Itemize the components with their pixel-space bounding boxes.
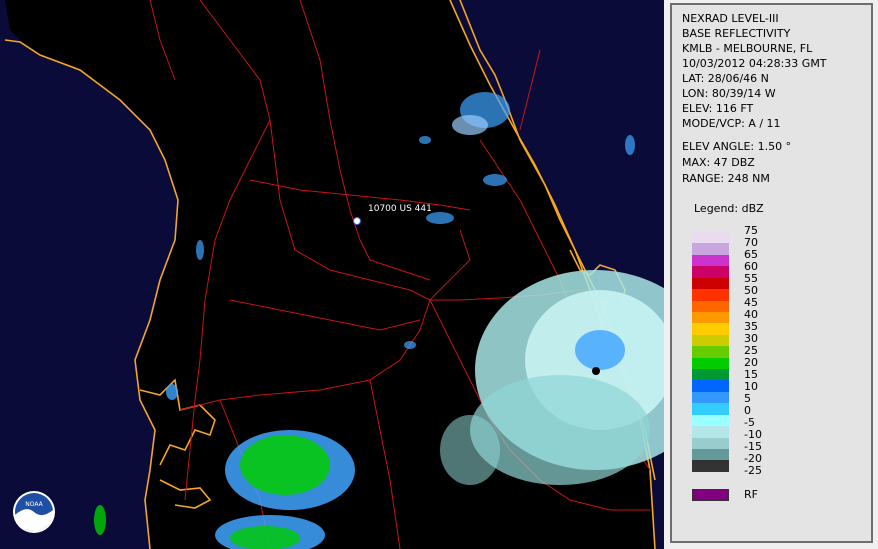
- location-marker[interactable]: [353, 217, 361, 225]
- legend-swatch: [692, 357, 729, 370]
- legend-swatch: [692, 391, 729, 404]
- legend-label: -25: [744, 464, 762, 477]
- legend-swatch: [692, 414, 729, 427]
- legend-swatch: [692, 232, 729, 244]
- info-line: KMLB - MELBOURNE, FL: [682, 42, 813, 55]
- info-line: LAT: 28/06/46 N: [682, 72, 769, 85]
- legend-swatch: [692, 449, 729, 461]
- rf-label: RF: [744, 488, 758, 501]
- legend-swatch: [692, 323, 729, 335]
- info-line: ELEV: 116 FT: [682, 102, 754, 115]
- legend-swatch: [692, 460, 729, 472]
- legend-swatch: [692, 277, 729, 290]
- legend-swatch: [692, 243, 729, 255]
- legend-swatch: [692, 437, 729, 450]
- info-line: MODE/VCP: A / 11: [682, 117, 781, 130]
- info-line: RANGE: 248 NM: [682, 172, 770, 185]
- legend-swatch: [692, 300, 729, 312]
- location-label: 10700 US 441: [368, 204, 432, 214]
- info-line: MAX: 47 DBZ: [682, 156, 755, 169]
- info-line: NEXRAD LEVEL-III: [682, 12, 779, 25]
- info-line: LON: 80/39/14 W: [682, 87, 776, 100]
- legend-title: Legend: dBZ: [694, 202, 764, 215]
- info-panel: NEXRAD LEVEL-III BASE REFLECTIVITY KMLB - …: [670, 3, 873, 543]
- radar-viewer: 10700 US 441 NOAA NEXRAD LEVEL-III BASE R…: [0, 0, 878, 549]
- legend-swatch: [692, 403, 729, 415]
- legend-color-bar: [692, 232, 729, 472]
- legend-swatch: [692, 254, 729, 267]
- radar-site-marker[interactable]: [592, 367, 600, 375]
- legend-swatch: [692, 311, 729, 324]
- info-line: ELEV ANGLE: 1.50 °: [682, 140, 792, 153]
- legend-swatch: [692, 266, 729, 278]
- radar-map[interactable]: 10700 US 441 NOAA: [0, 0, 664, 549]
- legend-swatch: [692, 334, 729, 347]
- rf-swatch: [692, 489, 729, 501]
- legend-swatch: [692, 426, 729, 438]
- noaa-logo-text: NOAA: [25, 501, 43, 508]
- legend-swatch: [692, 289, 729, 301]
- info-line: 10/03/2012 04:28:33 GMT: [682, 57, 827, 70]
- legend-swatch: [692, 369, 729, 381]
- legend-swatch: [692, 346, 729, 358]
- map-canvas: 10700 US 441 NOAA: [0, 0, 664, 549]
- info-line: BASE REFLECTIVITY: [682, 27, 791, 40]
- legend-swatch: [692, 380, 729, 392]
- noaa-logo: NOAA: [13, 491, 55, 533]
